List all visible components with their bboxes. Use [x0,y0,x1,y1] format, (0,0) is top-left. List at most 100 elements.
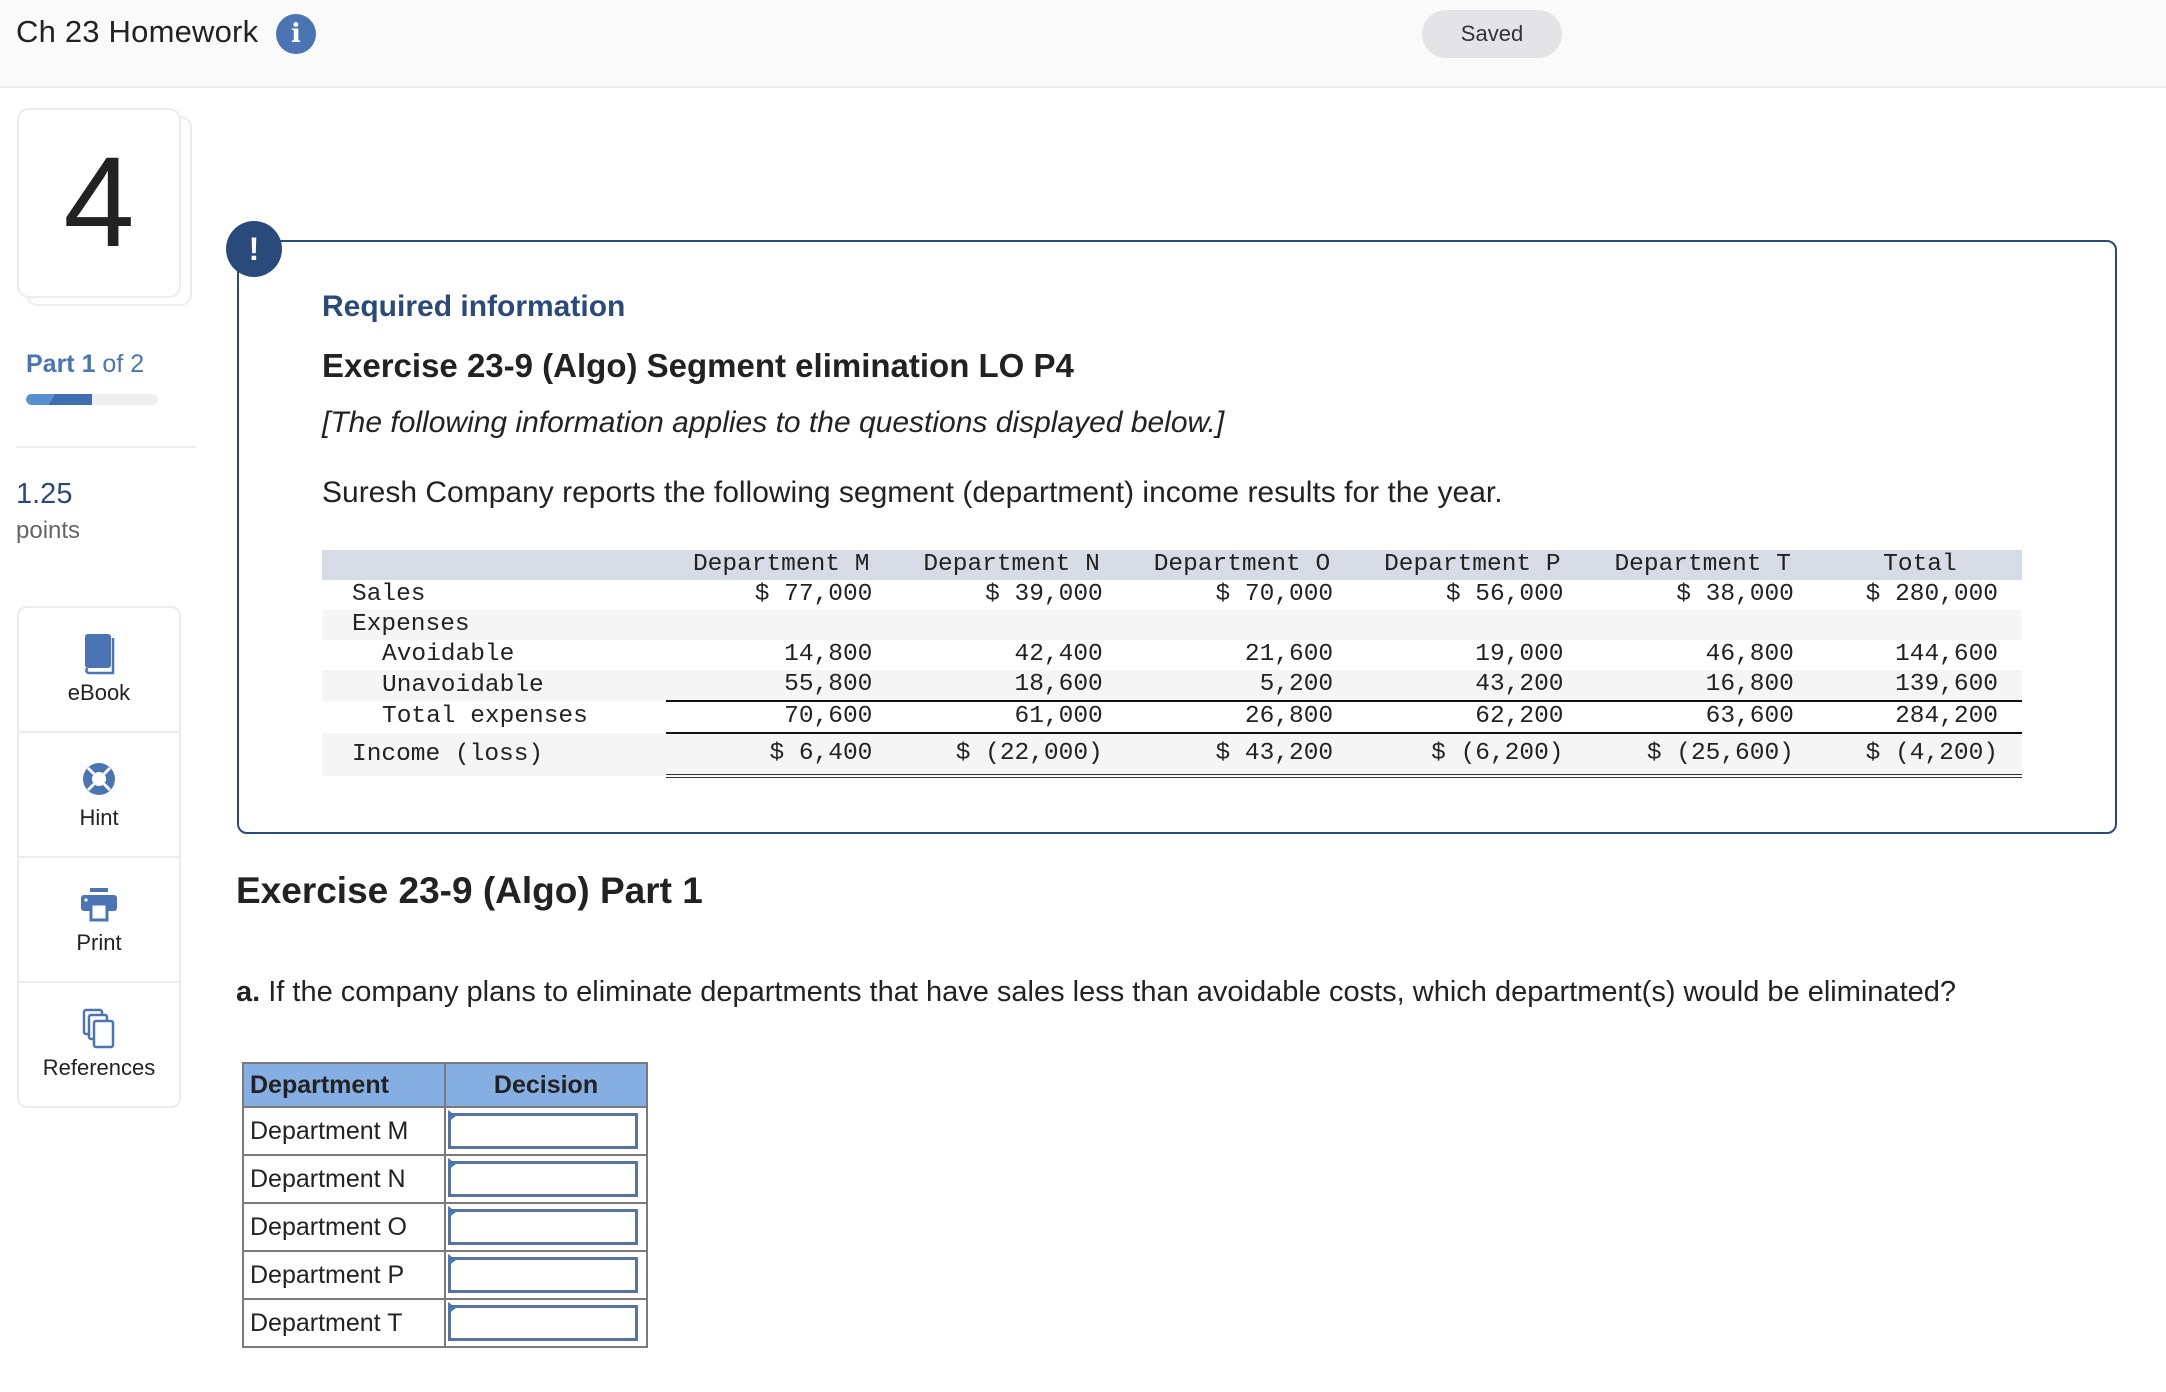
part-title: Exercise 23-9 (Algo) Part 1 [236,870,703,911]
table-row-total-expenses: Total expenses 70,600 61,000 26,800 62,2… [322,701,2022,734]
table-row-expenses: Expenses [322,610,2022,640]
cell [1817,610,2022,640]
cell: $ 77,000 [754,581,873,608]
question-number-card: 4 [17,108,181,298]
dropdown-indicator-icon [448,1110,456,1122]
part-indicator: Part 1 of 2 [26,350,144,379]
column-header: Department T [1587,550,1818,580]
department-cell: Department P [242,1250,446,1300]
department-cell: Department T [242,1298,446,1348]
decision-input[interactable] [448,1257,638,1293]
cell: 61,000 [896,701,1127,734]
decision-input[interactable] [448,1305,638,1341]
info-icon[interactable]: i [276,14,316,54]
department-header: Department [242,1062,446,1108]
part-total: of 2 [95,350,145,378]
question-text: a. If the company plans to eliminate dep… [236,976,1956,1009]
answer-row: Department P [242,1250,648,1300]
answer-header-row: Department Decision [242,1062,648,1108]
print-button[interactable]: Print [19,858,179,983]
cell: $ (22,000) [896,733,1127,778]
cell [1126,610,1358,640]
row-label: Income (loss) [322,733,666,776]
lifebuoy-icon [83,763,115,795]
answer-row: Department M [242,1106,648,1156]
printer-icon [81,888,117,922]
column-header: Department M [666,550,897,580]
dropdown-indicator-icon [448,1158,456,1170]
hint-label: Hint [79,805,119,830]
cell: 46,800 [1705,641,1794,668]
department-cell: Department N [242,1154,446,1204]
dropdown-indicator-icon [448,1254,456,1266]
cell: 16,800 [1587,670,1818,702]
row-label: Unavoidable [322,670,666,701]
cell [896,610,1127,640]
table-row-income: Income (loss) $ 6,400 $ (22,000) $ 43,20… [322,733,2022,778]
decision-input[interactable] [448,1161,638,1197]
column-header: Department O [1126,550,1358,580]
cell: 26,800 [1126,701,1358,734]
cell: $ 70,000 [1215,581,1334,608]
cell: $ (25,600) [1587,733,1818,778]
references-button[interactable]: References [19,983,179,1106]
book-icon [85,634,115,675]
exercise-intro: Suresh Company reports the following seg… [322,476,1503,509]
part-current: Part 1 [26,350,96,378]
decision-input[interactable] [448,1209,638,1245]
segment-income-table: Department M Department N Department O D… [322,550,2022,778]
assignment-title: Ch 23 Homework [16,14,259,49]
alert-icon: ! [226,221,282,277]
answer-table: Department Decision Department M Departm… [242,1062,648,1348]
cell: 42,400 [1014,641,1103,668]
part-progress-bar [26,394,158,405]
row-label: Sales [352,581,426,608]
saved-status-badge: Saved [1422,10,1562,58]
question-prefix: a. [236,976,261,1008]
dropdown-indicator-icon [448,1302,456,1314]
row-label: Expenses [322,610,666,640]
decision-input[interactable] [448,1113,638,1149]
cell: 284,200 [1817,701,2022,734]
cell: $ 39,000 [985,581,1103,608]
cell [666,610,897,640]
dropdown-indicator-icon [448,1206,456,1218]
cell: 18,600 [896,670,1127,702]
decision-header: Decision [444,1062,648,1108]
cell: 55,800 [666,670,897,702]
column-header: Department P [1357,550,1588,580]
ebook-label: eBook [67,680,131,705]
sidebar-divider [16,446,196,448]
department-cell: Department M [242,1106,446,1156]
cell: $ 280,000 [1865,581,1998,608]
exercise-title: Exercise 23-9 (Algo) Segment elimination… [322,347,1074,384]
cell: $ (4,200) [1817,733,2022,778]
table-row-sales: Sales $ 77,000 $ 39,000 $ 70,000 $ 56,00… [322,580,2022,610]
cell: $ 43,200 [1126,733,1358,778]
cell: 70,600 [666,701,897,734]
cell: 144,600 [1895,641,1998,668]
cell: 63,600 [1587,701,1818,734]
cell [1587,610,1818,640]
cell: 62,200 [1357,701,1588,734]
column-header [322,550,666,580]
cell: 5,200 [1126,670,1358,702]
cell: $ 56,000 [1445,581,1564,608]
points-label: points [16,517,81,544]
part-progress-fill [26,394,92,405]
cell: 139,600 [1817,670,2022,702]
ebook-button[interactable]: eBook [19,608,179,733]
department-cell: Department O [242,1202,446,1252]
tools-panel: eBook Hint Print References [17,606,181,1108]
row-label: Avoidable [382,641,515,668]
cell: $ (6,200) [1357,733,1588,778]
answer-row: Department N [242,1154,648,1204]
hint-button[interactable]: Hint [19,733,179,858]
table-row-avoidable: Avoidable 14,800 42,400 21,600 19,000 46… [322,640,2022,670]
cell: 14,800 [784,641,873,668]
print-label: Print [76,930,122,955]
column-header: Total [1817,550,2022,580]
question-number: 4 [63,131,135,274]
references-label: References [42,1055,156,1080]
cell: 43,200 [1357,670,1588,702]
